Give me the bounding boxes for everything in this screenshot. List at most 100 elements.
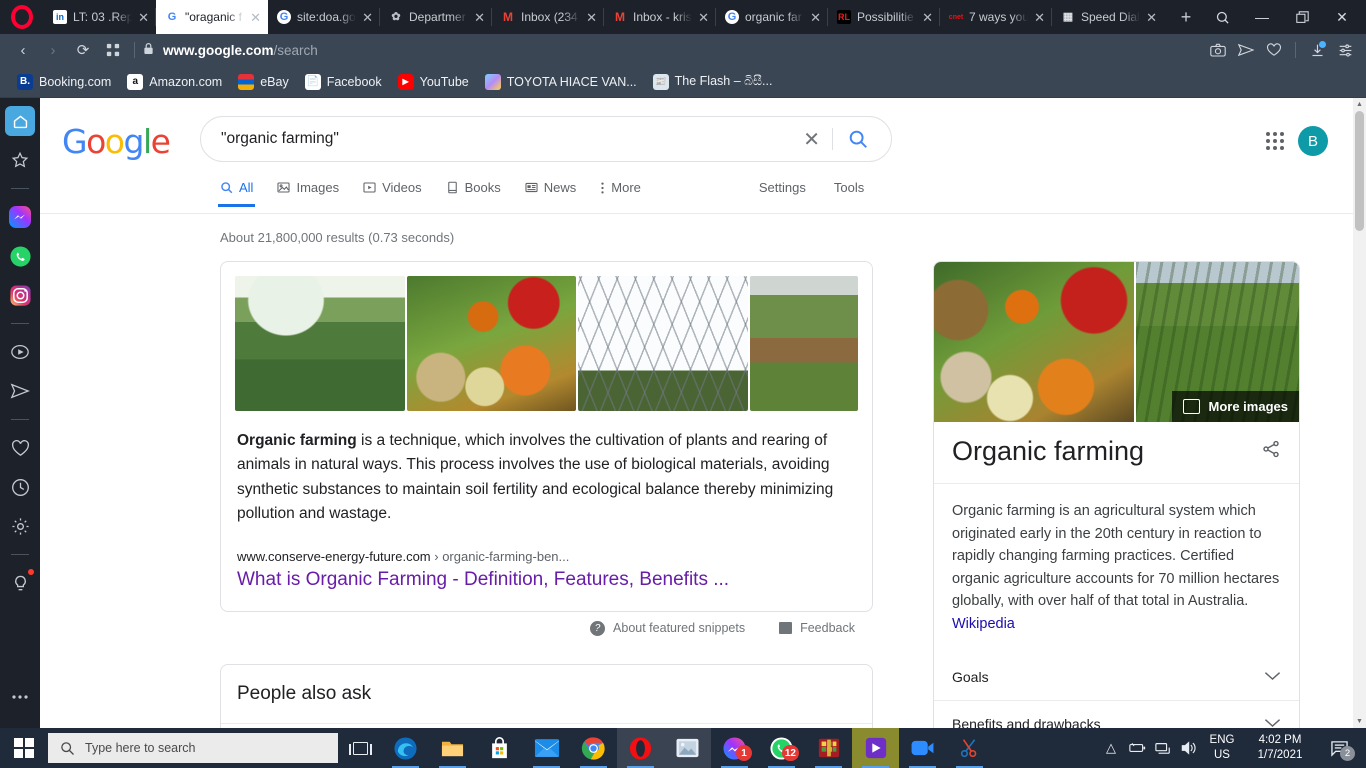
wikipedia-link[interactable]: Wikipedia	[952, 616, 1015, 632]
tab-images[interactable]: Images	[277, 180, 339, 206]
url-field[interactable]: www.google.com/search	[141, 42, 1205, 58]
tools-button[interactable]: Tools	[834, 180, 864, 195]
sidebar-item-home[interactable]	[5, 106, 35, 136]
taskbar-app-photos[interactable]	[664, 728, 711, 768]
browser-tab-5[interactable]: M Inbox - kris ✕	[604, 0, 716, 34]
about-featured-snippets-link[interactable]: ? About featured snippets	[590, 620, 745, 636]
chevron-down-icon[interactable]	[1264, 716, 1281, 728]
more-images-button[interactable]: More images	[1171, 391, 1299, 422]
bookmark-amazon[interactable]: a Amazon.com	[120, 71, 229, 93]
minimize-button[interactable]: —	[1242, 0, 1282, 34]
browser-tab-3[interactable]: ✿ Departmer ✕	[380, 0, 492, 34]
maximize-button[interactable]	[1282, 0, 1322, 34]
taskbar-app-whatsapp[interactable]: 12	[758, 728, 805, 768]
taskbar-app-google-chrome[interactable]	[570, 728, 617, 768]
heart-icon[interactable]	[1261, 36, 1287, 64]
sidebar-item-favorites[interactable]	[5, 145, 35, 175]
reload-button[interactable]: ⟳	[68, 36, 98, 64]
tab-close-icon[interactable]: ✕	[922, 11, 933, 24]
tab-all[interactable]: All	[217, 180, 256, 207]
search-box[interactable]: ✕	[200, 116, 892, 162]
taskbar-app-snipping-tool[interactable]	[946, 728, 993, 768]
close-button[interactable]: ✕	[1322, 0, 1362, 34]
taskbar-app-microsoft-edge[interactable]	[382, 728, 429, 768]
tab-close-icon[interactable]: ✕	[586, 11, 597, 24]
sidebar-item-player[interactable]	[5, 337, 35, 367]
sidebar-item-messenger[interactable]	[5, 202, 35, 232]
taskbar-app-winrar[interactable]	[805, 728, 852, 768]
sidebar-item-whatsapp[interactable]	[5, 241, 35, 271]
browser-tab-2[interactable]: site:doa.go ✕	[268, 0, 380, 34]
search-input[interactable]	[221, 130, 792, 148]
tab-more[interactable]: More	[600, 180, 641, 206]
opera-menu-button[interactable]	[0, 0, 44, 34]
tab-close-icon[interactable]: ✕	[698, 11, 709, 24]
taskbar-app-file-explorer[interactable]	[429, 728, 476, 768]
kp-section-goals[interactable]: Goals	[934, 654, 1299, 701]
new-tab-button[interactable]: +	[1170, 0, 1202, 34]
sidebar-item-settings[interactable]	[5, 511, 35, 541]
forward-button[interactable]: ›	[38, 36, 68, 64]
sidebar-item-telegram[interactable]	[5, 376, 35, 406]
chevron-down-icon[interactable]	[1264, 669, 1281, 684]
sidebar-item-more[interactable]	[5, 682, 35, 712]
download-icon[interactable]	[1304, 36, 1330, 64]
tab-search-icon[interactable]	[1202, 0, 1242, 34]
sidebar-item-instagram[interactable]	[5, 280, 35, 310]
featured-snippet-title-link[interactable]: What is Organic Farming - Definition, Fe…	[221, 564, 872, 611]
vegetables-basket-photo[interactable]	[934, 262, 1134, 422]
bookmark-facebook[interactable]: 📄 Facebook	[298, 71, 389, 93]
taskbar-app-messenger[interactable]: 1	[711, 728, 758, 768]
greenhouse-photo[interactable]	[578, 276, 748, 411]
bookmark-booking[interactable]: B. Booking.com	[10, 71, 118, 93]
browser-tab-7[interactable]: RL Possibilitie ✕	[828, 0, 940, 34]
browser-tab-1[interactable]: "oraganic f ✕	[156, 0, 268, 34]
tab-close-icon[interactable]: ✕	[810, 11, 821, 24]
tab-close-icon[interactable]: ✕	[250, 11, 261, 24]
network-icon[interactable]	[1150, 728, 1176, 768]
share-icon[interactable]	[1261, 439, 1281, 464]
tab-news[interactable]: News	[525, 180, 576, 206]
tab-videos[interactable]: Videos	[363, 180, 422, 206]
tab-close-icon[interactable]: ✕	[474, 11, 485, 24]
bookmark-youtube[interactable]: ▶ YouTube	[391, 71, 476, 93]
language-indicator[interactable]: ENG US	[1202, 733, 1242, 763]
tab-close-icon[interactable]: ✕	[1146, 11, 1157, 24]
start-button[interactable]	[0, 728, 48, 768]
harvest-vegetables-photo[interactable]	[406, 276, 576, 411]
task-view-button[interactable]	[338, 728, 382, 768]
taskbar-app-kmplayer[interactable]	[852, 728, 899, 768]
sidebar-item-tips[interactable]	[5, 568, 35, 598]
taskbar-app-zoom[interactable]	[899, 728, 946, 768]
browser-tab-4[interactable]: M Inbox (234 ✕	[492, 0, 604, 34]
battery-icon[interactable]	[1124, 728, 1150, 768]
search-submit-icon[interactable]	[833, 128, 883, 150]
google-logo[interactable]: Google	[62, 122, 171, 161]
kp-section-benefits[interactable]: Benefits and drawbacks	[934, 701, 1299, 728]
scroll-down-icon[interactable]: ▼	[1353, 715, 1366, 728]
browser-tab-9[interactable]: ▦ Speed Dial ✕	[1052, 0, 1164, 34]
snapshot-icon[interactable]	[1205, 36, 1231, 64]
browser-tab-6[interactable]: organic far ✕	[716, 0, 828, 34]
taskbar-app-microsoft-store[interactable]	[476, 728, 523, 768]
bookmark-flash[interactable]: 📰 The Flash – බිසී...	[646, 71, 780, 93]
send-icon[interactable]	[1233, 36, 1259, 64]
settings-button[interactable]: Settings	[759, 180, 806, 195]
volume-icon[interactable]	[1176, 728, 1202, 768]
field-crops-photo[interactable]	[235, 276, 405, 411]
tab-close-icon[interactable]: ✕	[138, 11, 149, 24]
browser-tab-8[interactable]: cnet 7 ways you ✕	[940, 0, 1052, 34]
apps-grid-icon[interactable]	[1266, 132, 1284, 150]
bookmark-toyota[interactable]: TOYOTA HIACE VAN...	[478, 71, 644, 93]
tab-close-icon[interactable]: ✕	[1034, 11, 1045, 24]
bookmark-ebay[interactable]: eBay	[231, 71, 296, 93]
browser-tab-0[interactable]: in LT: 03 .Repl ✕	[44, 0, 156, 34]
taskbar-app-mail[interactable]	[523, 728, 570, 768]
scroll-up-icon[interactable]: ▲	[1353, 98, 1366, 111]
notification-center-button[interactable]: 2	[1318, 728, 1360, 768]
easy-setup-icon[interactable]	[1332, 36, 1358, 64]
sidebar-item-history[interactable]	[5, 472, 35, 502]
feedback-link[interactable]: Feedback	[779, 621, 855, 636]
grid-icon[interactable]	[98, 36, 128, 64]
scrollbar-thumb[interactable]	[1355, 111, 1364, 231]
